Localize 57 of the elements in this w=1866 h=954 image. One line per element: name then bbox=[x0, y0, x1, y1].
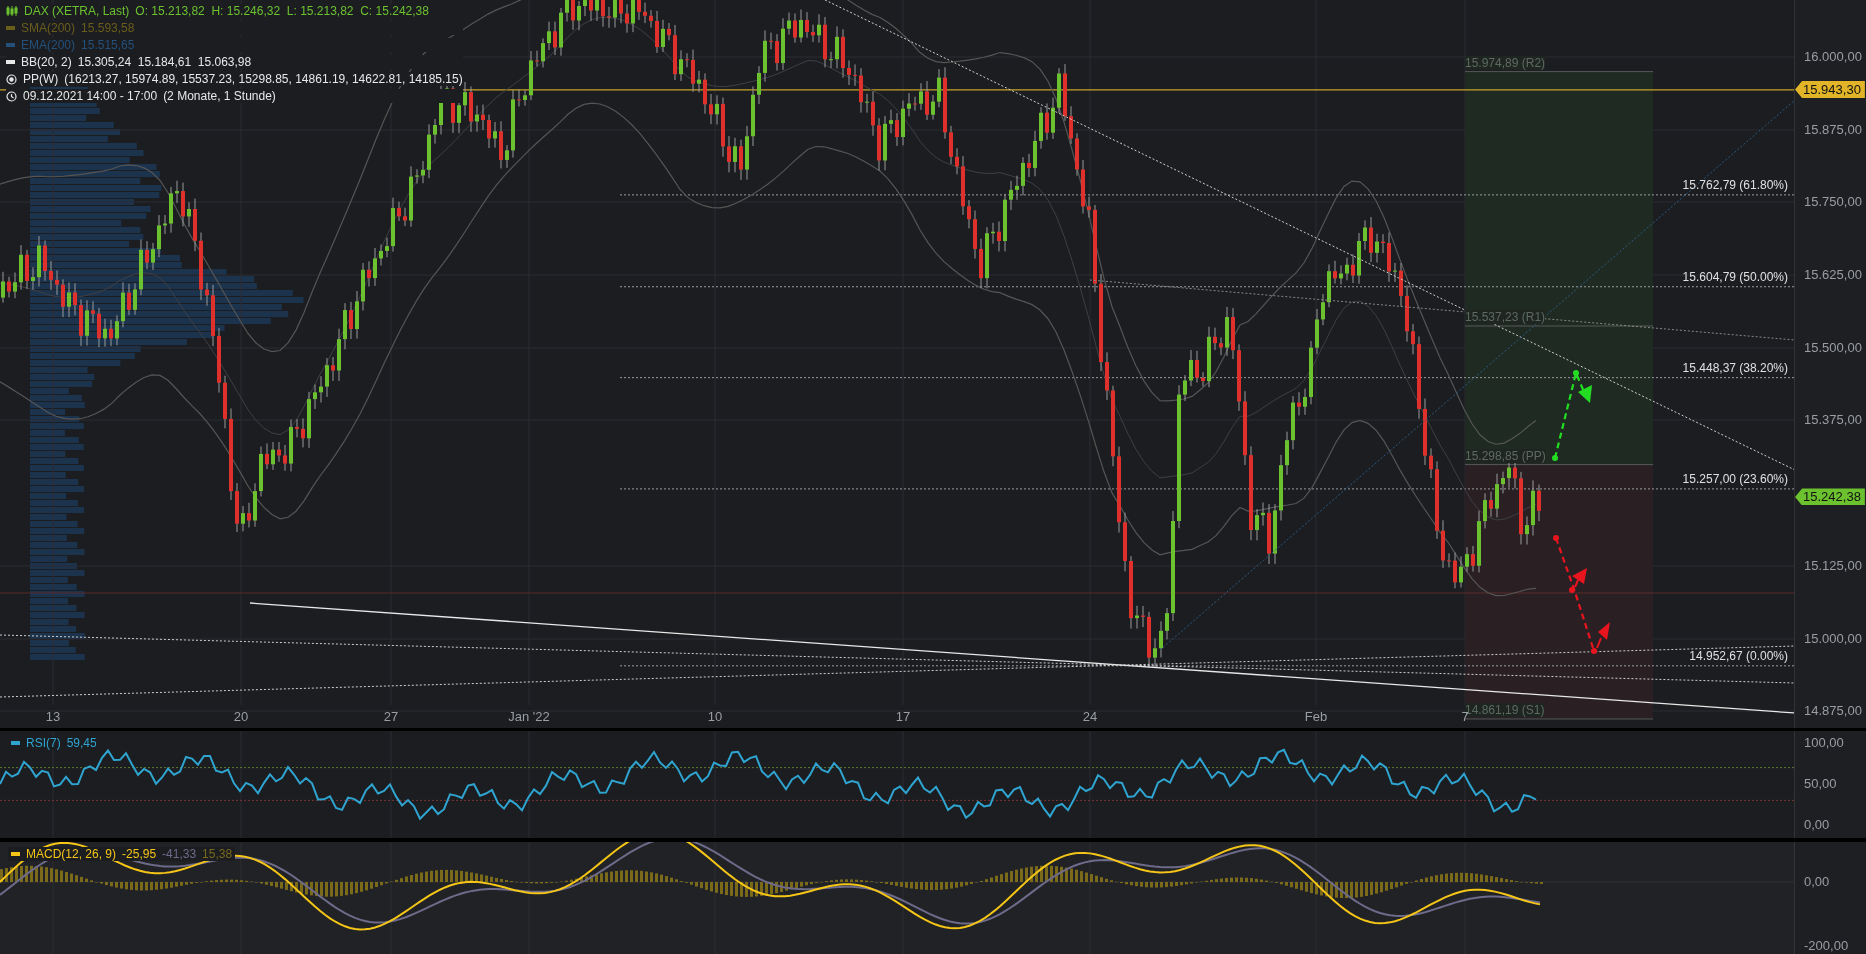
price-axis-label: 16.000,00 bbox=[1804, 49, 1862, 64]
macd-label: MACD(12, 26, 9) bbox=[26, 847, 117, 861]
target-icon bbox=[6, 73, 17, 85]
macd-value: -25,95 bbox=[122, 847, 157, 861]
line-swatch-icon bbox=[11, 741, 20, 745]
rsi-axis-label: 0,00 bbox=[1804, 817, 1830, 832]
legend-value: 15.305,24 15.184,61 15.063,98 bbox=[77, 55, 252, 69]
line-swatch-icon bbox=[11, 852, 20, 856]
fibonacci-level-label: 15.762,79 (61.80%) bbox=[1682, 177, 1789, 192]
fibonacci-level-label: 15.257,00 (23.60%) bbox=[1682, 471, 1789, 486]
legend-value: (2 Monate, 1 Stunde) bbox=[163, 89, 276, 103]
legend-value: (16213.27, 15974.89, 15537.23, 15298.85, 14861.19, 14622.81, 14185.15) bbox=[64, 72, 463, 86]
legend-value: 15.593,58 bbox=[81, 21, 135, 35]
price-tag: 15.943,30 bbox=[1795, 80, 1865, 98]
rsi-value: 59,45 bbox=[66, 736, 97, 750]
pivot-level-label: 15.974,89 (R2) bbox=[1465, 55, 1546, 70]
fibonacci-level-label: 15.448,37 (38.20%) bbox=[1682, 360, 1789, 375]
line-swatch-icon bbox=[6, 43, 15, 47]
rsi-label: RSI(7) bbox=[26, 736, 61, 750]
legend-label: PP(W) bbox=[23, 72, 59, 86]
macd-value: 15,38 bbox=[202, 847, 233, 861]
time-axis-label: 13 bbox=[45, 709, 61, 724]
rsi-axis-label: 50,00 bbox=[1804, 776, 1837, 791]
legend-value: O: 15.213,82 H: 15.246,32 L: 15.213,82 C: 15.242,38 bbox=[135, 4, 429, 18]
legend-value: 15.515,65 bbox=[81, 38, 135, 52]
price-axis-label: 15.375,00 bbox=[1804, 412, 1862, 427]
price-tag: 15.242,38 bbox=[1795, 488, 1865, 506]
fibonacci-level-label: 14.952,67 (0.00%) bbox=[1689, 648, 1789, 663]
candlestick-icon bbox=[6, 5, 18, 17]
time-axis-label: 27 bbox=[383, 709, 399, 724]
price-axis-label: 15.625,00 bbox=[1804, 267, 1862, 282]
line-swatch-icon bbox=[6, 26, 15, 30]
macd-value: -41,33 bbox=[162, 847, 197, 861]
time-axis-label: 17 bbox=[895, 709, 911, 724]
rsi-axis-label: 100,00 bbox=[1804, 735, 1844, 750]
time-axis-label: Jan '22 bbox=[508, 709, 550, 724]
legend-label: 09.12.2021 14:00 - 17:00 bbox=[23, 89, 158, 103]
clock-icon bbox=[6, 90, 17, 102]
pivot-level-label: 15.537,23 (R1) bbox=[1465, 310, 1546, 324]
legend-label: EMA(200) bbox=[21, 38, 76, 52]
price-axis-label: 15.500,00 bbox=[1804, 340, 1862, 355]
price-axis-label: 15.875,00 bbox=[1804, 122, 1862, 137]
legend-label: BB(20, 2) bbox=[21, 55, 72, 69]
fibonacci-level-label: 15.604,79 (50.00%) bbox=[1682, 269, 1789, 284]
price-axis-label: 15.750,00 bbox=[1804, 194, 1862, 209]
legend-label: DAX (XETRA, Last) bbox=[24, 4, 130, 18]
time-axis-label: 10 bbox=[707, 709, 723, 724]
time-axis-label: 20 bbox=[233, 709, 249, 724]
price-axis-label: 14.875,00 bbox=[1804, 703, 1862, 718]
price-axis-label: 15.125,00 bbox=[1804, 558, 1862, 573]
price-axis-label: 15.000,00 bbox=[1804, 631, 1862, 646]
time-axis-label: Feb bbox=[1304, 709, 1328, 724]
legend-label: SMA(200) bbox=[21, 21, 76, 35]
time-axis-label: 24 bbox=[1082, 709, 1098, 724]
macd-axis-label: 0,00 bbox=[1804, 874, 1830, 889]
macd-axis-label: -200,00 bbox=[1804, 938, 1849, 953]
line-swatch-icon bbox=[6, 60, 15, 64]
